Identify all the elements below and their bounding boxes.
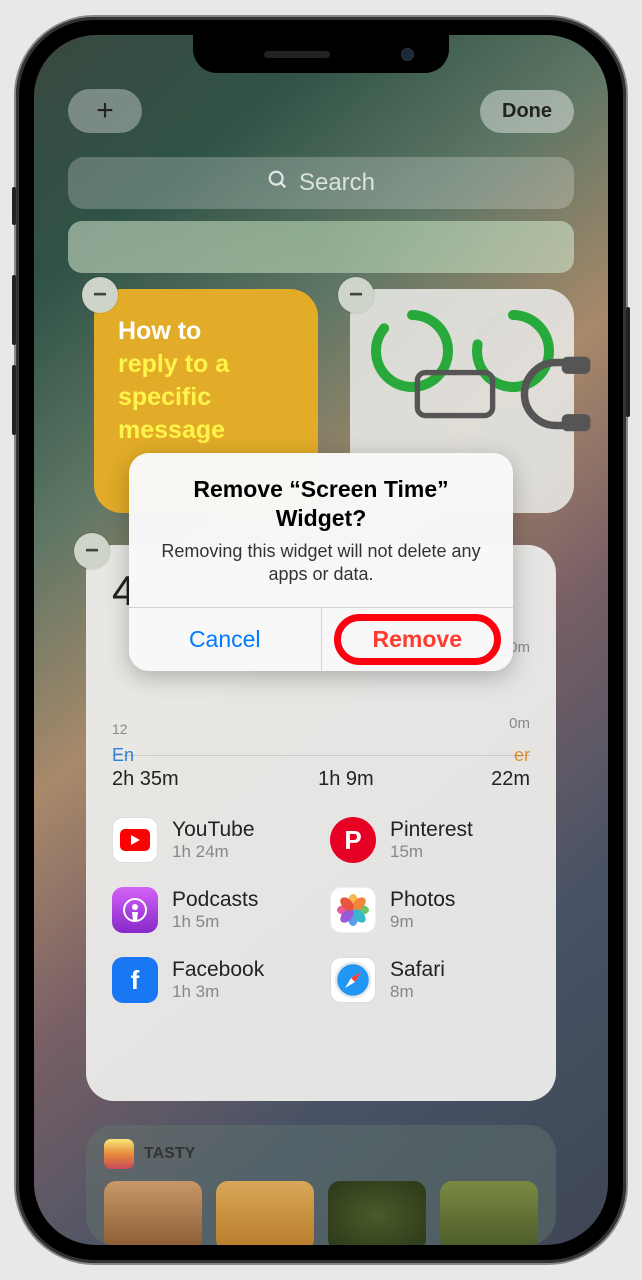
side-button [12,187,16,225]
cancel-label: Cancel [189,626,261,652]
alert-message: Removing this widget will not delete any… [129,540,513,608]
volume-down-button [12,365,16,435]
front-camera [401,48,414,61]
iphone-frame: + Done Search − How to reply to a specif… [16,17,626,1263]
speaker [264,51,330,58]
volume-up-button [12,275,16,345]
modal-overlay: Remove “Screen Time” Widget? Removing th… [34,35,608,1245]
alert-buttons: Cancel Remove [129,607,513,671]
alert-title: Remove “Screen Time” Widget? [129,453,513,540]
notch [193,35,449,73]
cancel-button[interactable]: Cancel [129,608,322,671]
remove-label: Remove [373,626,462,652]
power-button [626,307,630,417]
screen: + Done Search − How to reply to a specif… [34,35,608,1245]
remove-button[interactable]: Remove [322,608,514,671]
remove-widget-alert: Remove “Screen Time” Widget? Removing th… [129,453,513,671]
